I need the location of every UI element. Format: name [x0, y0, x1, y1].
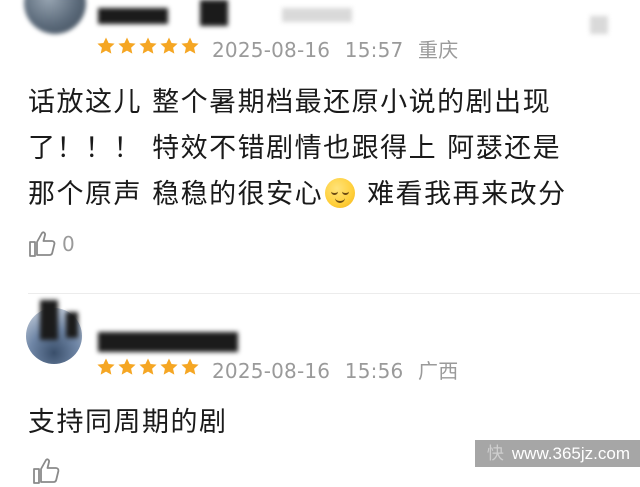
relieved-face-emoji — [325, 178, 356, 208]
like-button[interactable]: 0 — [26, 228, 75, 260]
star-icon — [118, 37, 136, 54]
comment-line-text: 那个原声 稳稳的很安心 — [28, 179, 324, 210]
username-redacted — [590, 16, 608, 34]
comment-location: 重庆 — [418, 38, 459, 62]
username-redacted — [40, 300, 58, 340]
site-watermark: 快 www.365jz.com — [474, 440, 640, 467]
like-button[interactable] — [30, 455, 62, 487]
username-redacted — [98, 332, 238, 352]
username-redacted — [282, 8, 352, 22]
comment-time: 15:56 — [344, 359, 404, 383]
comment-meta: 2025-08-16 15:57 重庆 — [212, 34, 458, 63]
thumbs-up-icon — [29, 231, 56, 257]
star-icon — [139, 358, 157, 375]
star-icon — [97, 358, 115, 375]
comment-line: 那个原声 稳稳的很安心 难看我再来改分 — [28, 172, 567, 218]
star-icon — [97, 37, 115, 54]
comment-divider — [28, 293, 640, 294]
avatar[interactable] — [24, 0, 86, 34]
comment-date: 2025-08-16 — [212, 38, 331, 62]
thumbs-up-icon — [33, 458, 60, 484]
watermark-faded-text: 快 — [486, 444, 504, 463]
comment-line: 话放这儿 整个暑期档最还原小说的剧出现 — [28, 87, 552, 118]
username-redacted — [66, 312, 78, 338]
star-icon — [181, 358, 199, 375]
comment-location: 广西 — [418, 359, 459, 383]
star-icon — [139, 37, 157, 54]
star-icon — [160, 37, 178, 54]
comment-meta: 2025-08-16 15:56 广西 — [212, 355, 458, 384]
username-redacted — [98, 8, 168, 24]
comment-date: 2025-08-16 — [212, 359, 331, 383]
star-icon — [118, 358, 136, 375]
comment-line: 了！！！ 特效不错剧情也跟得上 阿瑟还是 — [28, 133, 562, 164]
comment-body: 话放这儿 整个暑期档最还原小说的剧出现 了！！！ 特效不错剧情也跟得上 阿瑟还是… — [28, 80, 567, 218]
comment-line-text: 难看我再来改分 — [367, 179, 567, 210]
comment-body: 支持同周期的剧 — [28, 400, 228, 446]
rating-stars — [96, 357, 200, 377]
comment-line: 支持同周期的剧 — [28, 407, 228, 438]
rating-stars — [96, 36, 200, 56]
watermark-url: www.365jz.com — [511, 444, 630, 463]
like-count: 0 — [62, 232, 75, 256]
star-icon — [181, 37, 199, 54]
star-icon — [160, 358, 178, 375]
comment-time: 15:57 — [344, 38, 404, 62]
username-redacted — [200, 0, 228, 26]
